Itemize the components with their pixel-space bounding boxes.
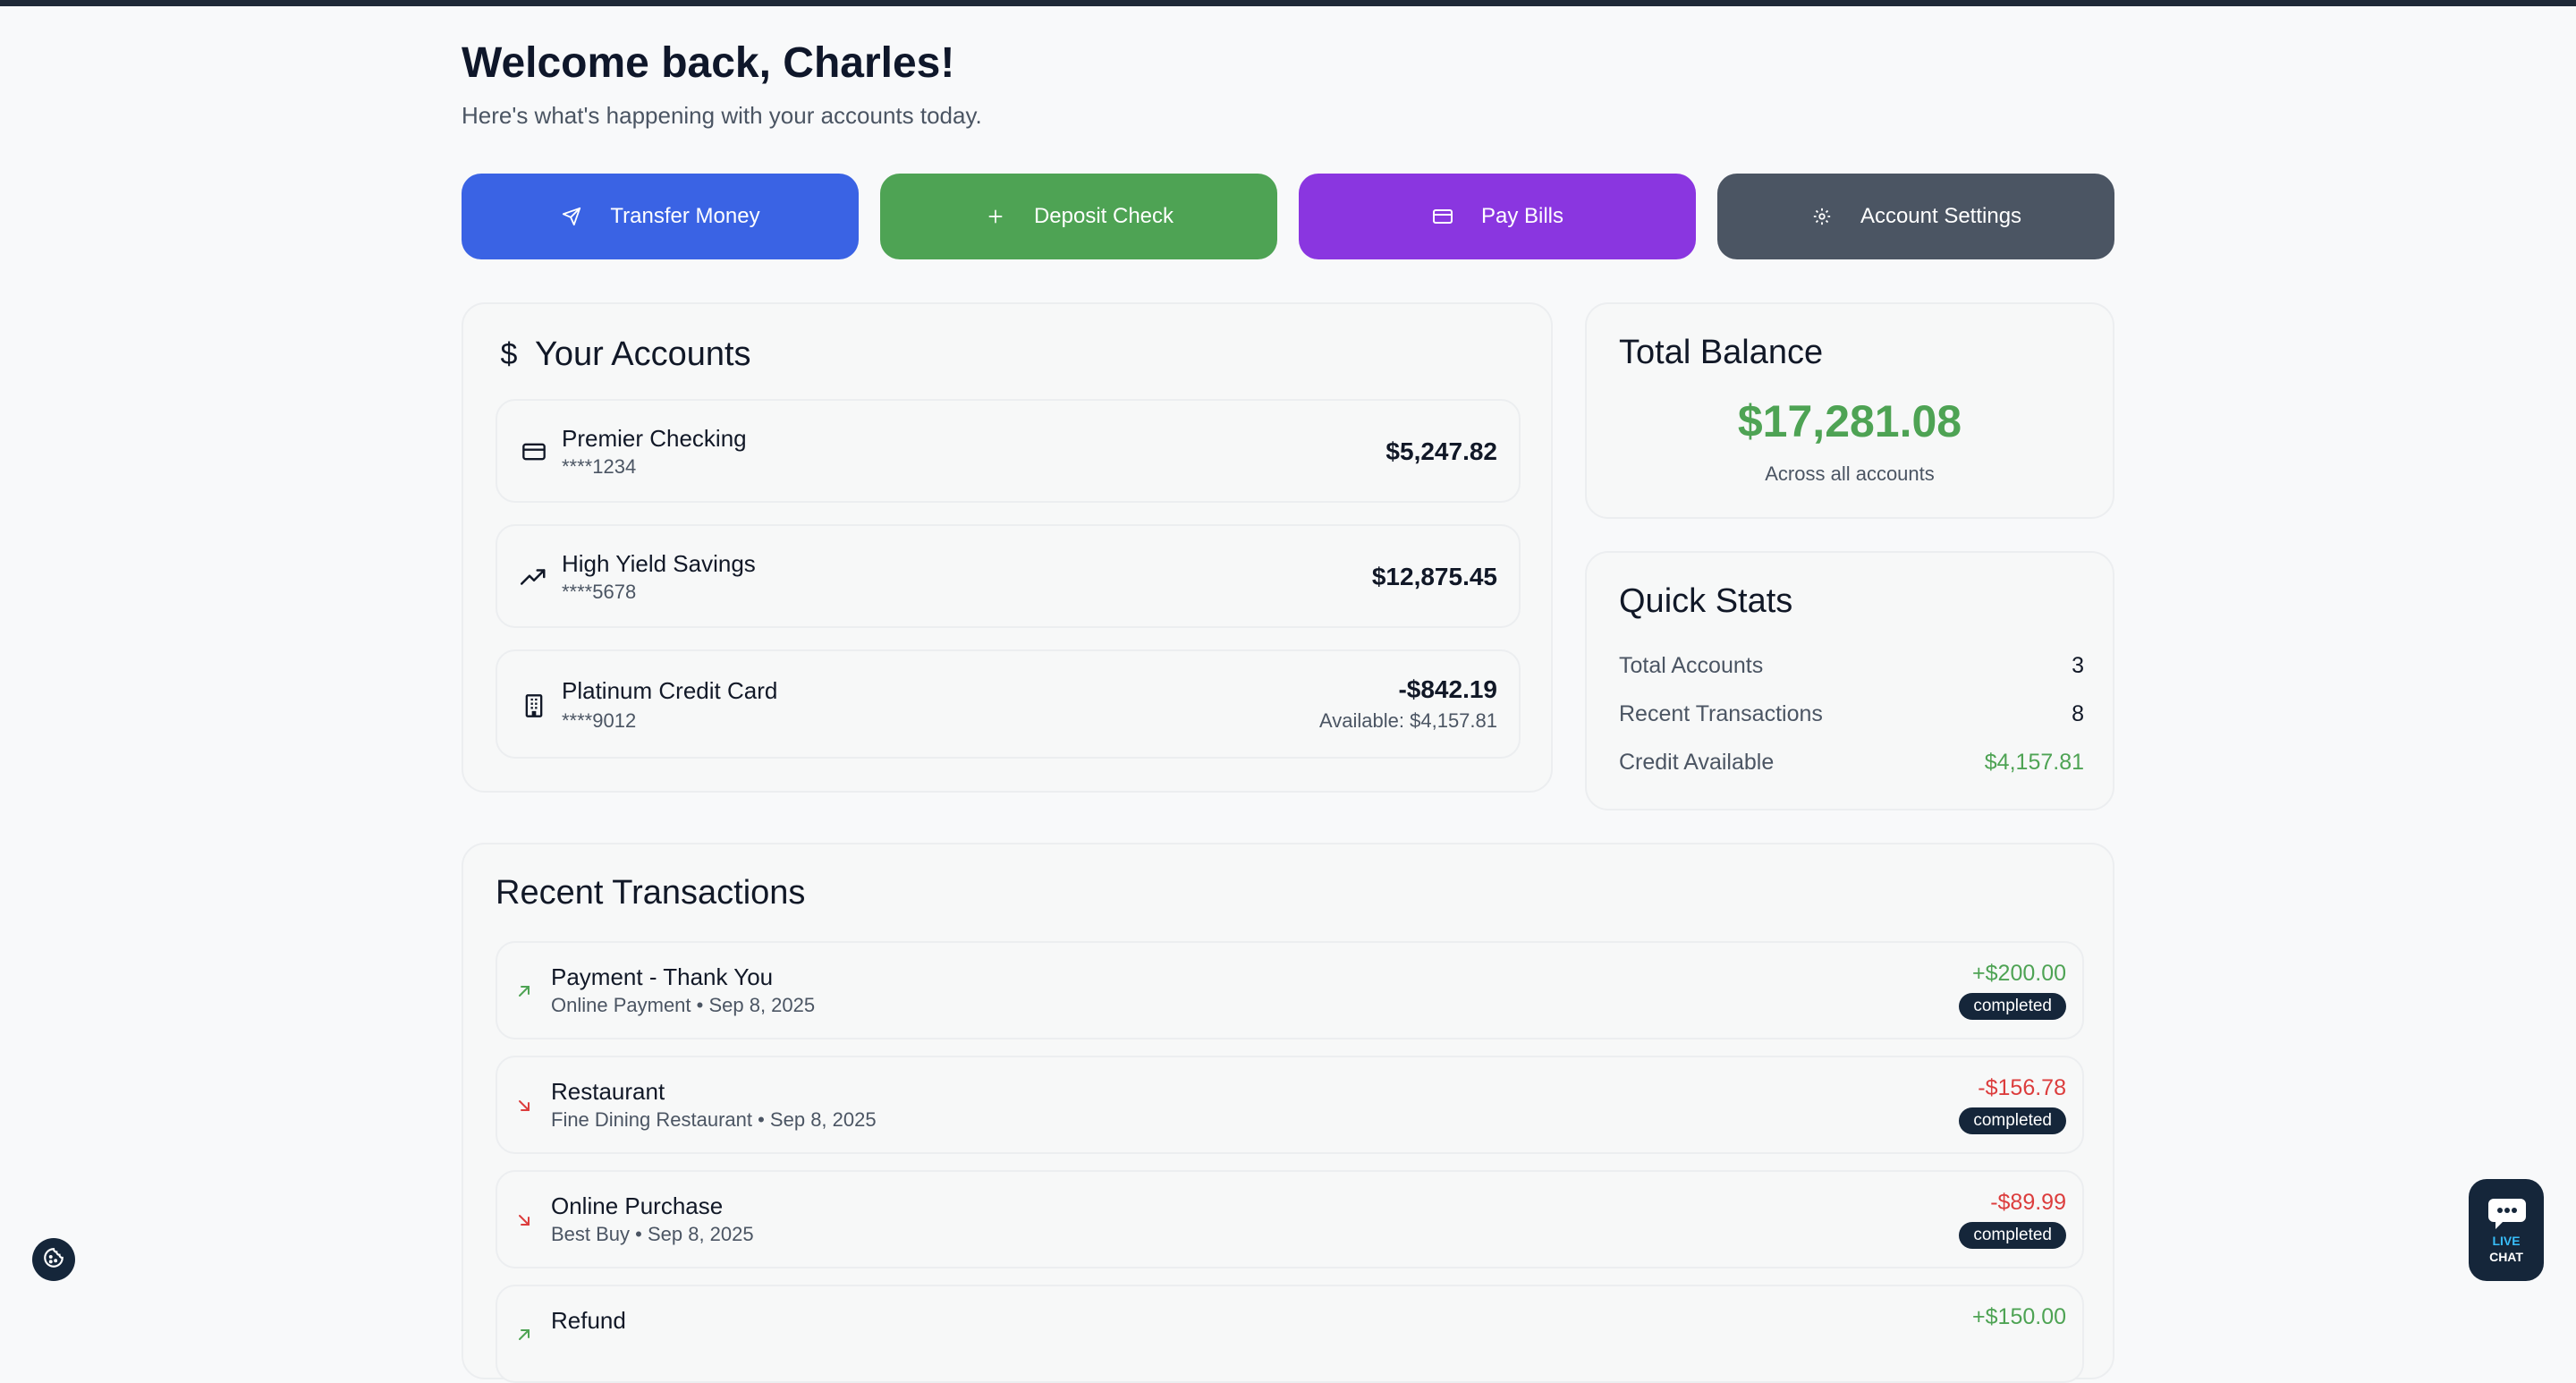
- credit-card-icon: [521, 438, 547, 465]
- status-badge: completed: [1959, 1222, 2066, 1249]
- transaction-row[interactable]: Restaurant Fine Dining Restaurant • Sep …: [496, 1056, 2084, 1154]
- dollar-icon: $: [500, 336, 518, 371]
- stat-label: Recent Transactions: [1619, 701, 1823, 726]
- transaction-meta: Best Buy • Sep 8, 2025: [551, 1223, 754, 1245]
- account-balance: $12,875.45: [1371, 563, 1497, 590]
- total-balance-title: Total Balance: [1619, 334, 1824, 371]
- stat-value: $4,157.81: [1984, 750, 2084, 775]
- cookie-icon: [42, 1246, 65, 1274]
- pay-bills-button[interactable]: Pay Bills: [1299, 174, 1696, 259]
- transaction-row[interactable]: Online Purchase Best Buy • Sep 8, 2025 -…: [496, 1170, 2084, 1268]
- accounts-header: $ Your Accounts: [497, 333, 751, 376]
- quick-stats-card: Quick Stats Total Accounts 3 Recent Tran…: [1585, 551, 2114, 810]
- arrow-down-right-icon: [515, 1097, 533, 1115]
- pay-bills-label: Pay Bills: [1480, 204, 1564, 228]
- stat-value: 3: [2072, 653, 2084, 678]
- plus-icon: [984, 205, 1007, 228]
- transfer-money-button[interactable]: Transfer Money: [462, 174, 859, 259]
- transaction-row[interactable]: Refund +$150.00: [496, 1285, 2084, 1383]
- trending-up-icon: [521, 564, 547, 590]
- total-balance-amount: $17,281.08: [1737, 396, 1962, 446]
- transaction-amount: +$200.00: [1972, 961, 2066, 986]
- top-bar: [0, 0, 2576, 6]
- account-settings-label: Account Settings: [1860, 204, 2022, 228]
- status-badge: completed: [1959, 1107, 2066, 1134]
- deposit-check-button[interactable]: Deposit Check: [880, 174, 1277, 259]
- transaction-name: Online Purchase: [551, 1192, 724, 1219]
- transaction-name: Payment - Thank You: [551, 963, 774, 990]
- transaction-meta: Fine Dining Restaurant • Sep 8, 2025: [551, 1108, 877, 1131]
- stat-label: Total Accounts: [1619, 653, 1764, 678]
- chat-label: CHAT: [2489, 1250, 2523, 1264]
- accounts-card: $ Your Accounts Premier Checking ****123…: [462, 302, 1553, 793]
- arrow-up-right-icon: [515, 1326, 533, 1344]
- stat-credit-available: Credit Available $4,157.81: [1619, 748, 2084, 776]
- transaction-name: Refund: [551, 1307, 626, 1334]
- total-balance-subtitle: Across all accounts: [1765, 462, 1935, 485]
- account-item-premier-checking[interactable]: Premier Checking ****1234 $5,247.82: [496, 399, 1521, 503]
- account-balance: $5,247.82: [1385, 437, 1497, 465]
- status-badge: completed: [1959, 993, 2066, 1020]
- cookie-settings-button[interactable]: [32, 1238, 75, 1281]
- credit-card-icon: [1431, 205, 1454, 228]
- page-title: Welcome back, Charles!: [462, 39, 955, 87]
- total-balance-card: Total Balance $17,281.08 Across all acco…: [1585, 302, 2114, 519]
- arrow-up-right-icon: [515, 982, 533, 1000]
- transfer-money-label: Transfer Money: [610, 204, 760, 228]
- account-available-credit: Available: $4,157.81: [1319, 709, 1497, 732]
- deposit-check-label: Deposit Check: [1033, 204, 1174, 228]
- transaction-amount: -$89.99: [1990, 1190, 2066, 1215]
- recent-transactions-title: Recent Transactions: [496, 874, 806, 912]
- accounts-title: Your Accounts: [535, 335, 751, 373]
- stat-recent-transactions: Recent Transactions 8: [1619, 700, 2084, 728]
- quick-stats-title: Quick Stats: [1619, 582, 1793, 620]
- live-label: LIVE: [2492, 1234, 2521, 1248]
- transaction-amount: -$156.78: [1978, 1075, 2066, 1100]
- recent-transactions-card: Recent Transactions Payment - Thank You …: [462, 843, 2114, 1383]
- page-subtitle: Here's what's happening with your accoun…: [462, 102, 982, 129]
- transaction-amount: +$150.00: [1972, 1304, 2066, 1329]
- live-chat-button[interactable]: LIVE CHAT: [2469, 1179, 2544, 1281]
- transaction-meta: Online Payment • Sep 8, 2025: [551, 994, 816, 1016]
- account-name: Platinum Credit Card: [562, 677, 778, 704]
- account-name: High Yield Savings: [562, 550, 756, 577]
- account-balance: -$842.19: [1398, 675, 1497, 703]
- account-number: ****9012: [562, 709, 637, 732]
- account-name: Premier Checking: [562, 425, 747, 452]
- gear-icon: [1810, 205, 1834, 228]
- stat-value: 8: [2072, 701, 2084, 726]
- stat-total-accounts: Total Accounts 3: [1619, 651, 2084, 680]
- account-number: ****5678: [562, 581, 637, 603]
- stat-label: Credit Available: [1619, 750, 1775, 775]
- account-item-platinum-credit-card[interactable]: Platinum Credit Card ****9012 -$842.19 A…: [496, 649, 1521, 759]
- building-icon: [521, 692, 547, 719]
- account-item-high-yield-savings[interactable]: High Yield Savings ****5678 $12,875.45: [496, 524, 1521, 628]
- chat-bubble-icon: [2487, 1197, 2528, 1229]
- send-icon: [560, 205, 583, 228]
- account-number: ****1234: [562, 455, 637, 478]
- account-settings-button[interactable]: Account Settings: [1717, 174, 2114, 259]
- arrow-down-right-icon: [515, 1211, 533, 1229]
- transaction-name: Restaurant: [551, 1078, 665, 1105]
- transaction-row[interactable]: Payment - Thank You Online Payment • Sep…: [496, 941, 2084, 1039]
